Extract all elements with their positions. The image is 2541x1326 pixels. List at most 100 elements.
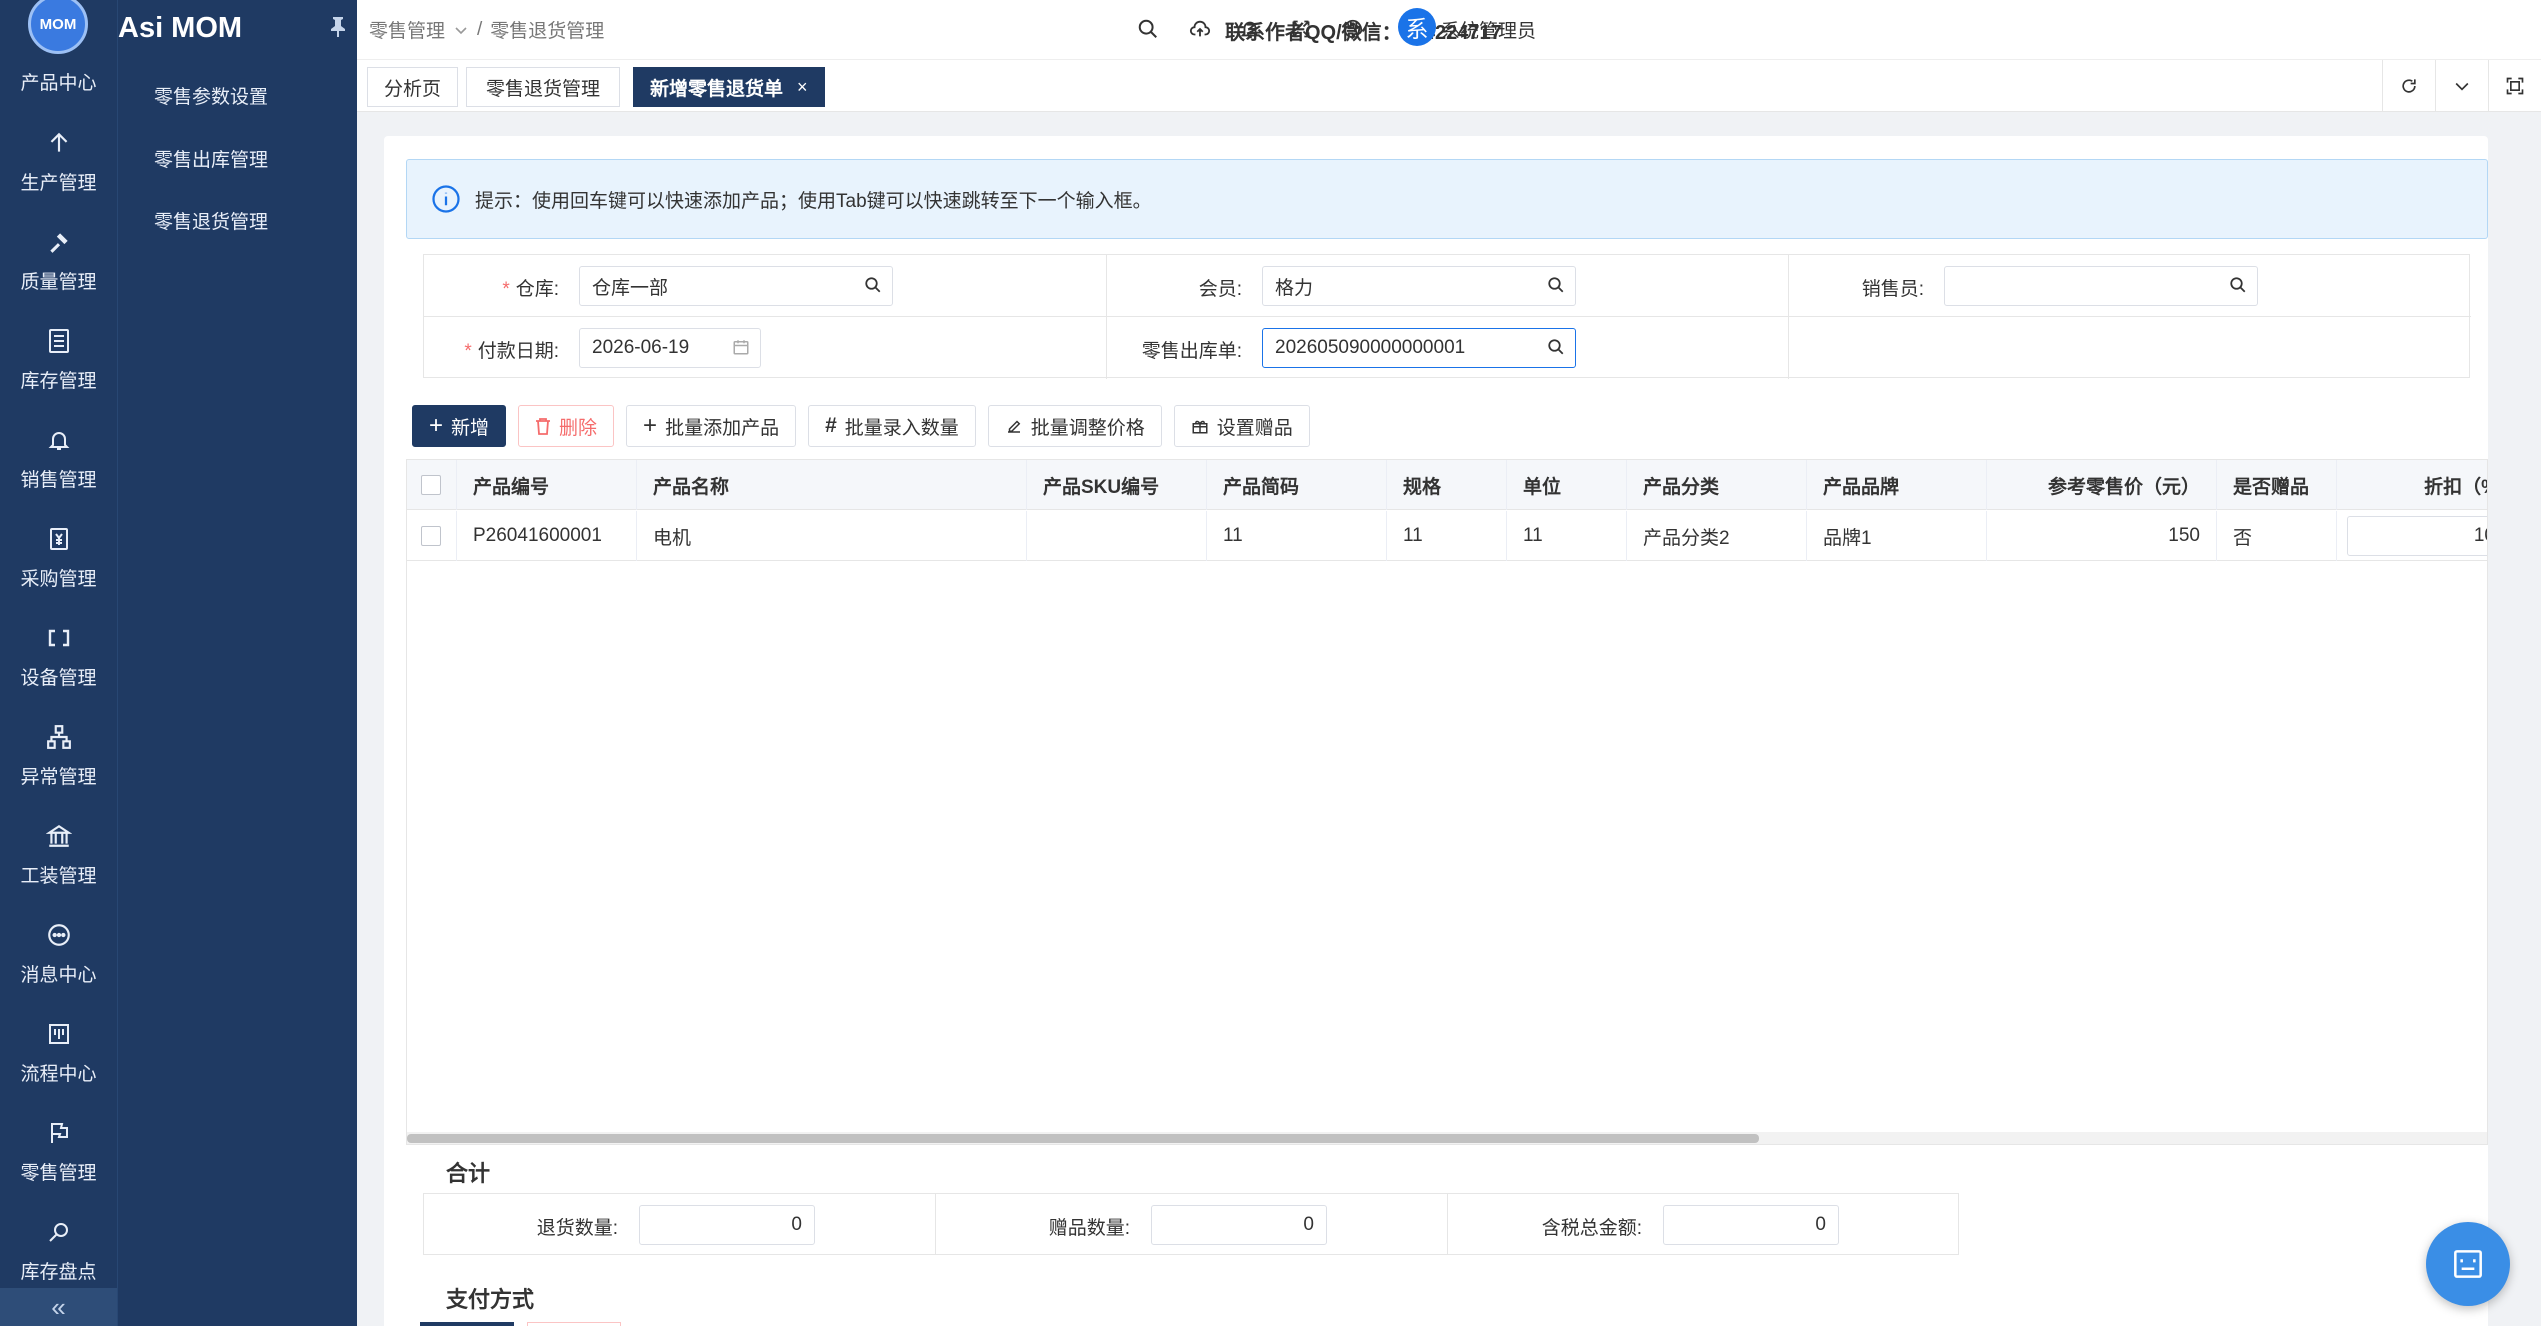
return-qty-input[interactable]: 0	[639, 1205, 815, 1245]
rail-item-device[interactable]: 设备管理	[0, 623, 117, 721]
rail-item-purchase[interactable]: 采购管理	[0, 524, 117, 622]
col-product-short-code[interactable]: 产品简码	[1207, 460, 1387, 510]
warehouse-select[interactable]: 仓库一部	[579, 266, 893, 306]
tab-label: 新增零售退货单	[650, 78, 784, 100]
rail-label: 库存管理	[20, 371, 97, 392]
col-unit[interactable]: 单位	[1507, 460, 1627, 510]
member-label: 会员:	[1198, 279, 1242, 300]
table-row[interactable]: P26041600001 电机 11 11 11 产品分类2 品牌1 150 否…	[407, 511, 2487, 561]
top-bar: 零售管理 / 零售退货管理 联系作者QQ/微信：514224717 系 系统管理…	[357, 0, 2541, 60]
col-is-gift[interactable]: 是否赠品	[2217, 460, 2337, 510]
rail-label: 生产管理	[20, 173, 97, 194]
pay-date-label-text: 付款日期:	[477, 341, 559, 362]
set-gift-button[interactable]: 设置赠品	[1173, 405, 1310, 447]
batch-adjust-price-button[interactable]: 批量调整价格	[987, 405, 1162, 447]
search-icon[interactable]	[2229, 276, 2247, 294]
col-retail-price[interactable]: 参考零售价（元）	[1987, 460, 2217, 510]
rail-label: 异常管理	[20, 767, 97, 788]
tab-retail-returns[interactable]: 零售退货管理	[466, 67, 621, 107]
cell-product-sku	[1027, 511, 1207, 561]
return-qty-label: 退货数量:	[536, 1218, 618, 1239]
form-cell-warehouse: * 仓库: 仓库一部	[424, 255, 1107, 317]
tab-analysis[interactable]: 分析页	[367, 67, 459, 107]
form-cell-pay-date: * 付款日期: 2026-06-19	[424, 317, 1107, 379]
tab-label: 分析页	[384, 78, 442, 100]
warehouse-label: * 仓库:	[424, 274, 559, 301]
tab-new-return-order[interactable]: 新增零售退货单 ×	[633, 67, 825, 107]
select-all-checkbox[interactable]	[421, 475, 441, 495]
cell-discount: 10	[2337, 511, 2487, 561]
batch-enter-quantity-button[interactable]: # 批量录入数量	[808, 405, 976, 447]
theme-palette-icon[interactable]	[1338, 14, 1368, 44]
col-product-name[interactable]: 产品名称	[637, 460, 1027, 510]
close-tab-icon[interactable]: ×	[797, 77, 808, 98]
rail-item-quality[interactable]: 质量管理	[0, 227, 117, 325]
maximize-icon[interactable]	[2488, 60, 2541, 112]
cloud-upload-icon[interactable]	[1185, 14, 1215, 44]
breadcrumb-item-returns: 零售退货管理	[490, 21, 605, 42]
search-icon[interactable]	[1547, 338, 1565, 356]
add-label: 新增	[451, 417, 490, 439]
subnav-item-retail-outbound[interactable]: 零售出库管理	[154, 145, 268, 172]
delete-button[interactable]: 删除	[518, 405, 615, 447]
scrollbar-thumb[interactable]	[407, 1134, 1759, 1143]
pin-icon[interactable]	[329, 16, 347, 38]
rail-item-retail[interactable]: 零售管理	[0, 1118, 117, 1216]
breadcrumb-item-retail[interactable]: 零售管理	[369, 16, 445, 43]
cell-spec: 11	[1387, 511, 1507, 561]
gift-qty-input[interactable]: 0	[1151, 1205, 1327, 1245]
batch-add-products-button[interactable]: + 批量添加产品	[626, 405, 797, 447]
rail-item-sales[interactable]: 销售管理	[0, 425, 117, 523]
member-select[interactable]: 格力	[1262, 266, 1576, 306]
search-icon[interactable]	[864, 276, 882, 294]
payment-delete-button-edge[interactable]	[527, 1322, 621, 1326]
warehouse-label-text: 仓库:	[515, 279, 559, 300]
total-amount-input[interactable]: 0	[1663, 1205, 1839, 1245]
plus-icon: +	[429, 412, 444, 439]
product-table: 产品编号 产品名称 产品SKU编号 产品简码 规格 单位 产品分类 产品品牌 参…	[406, 459, 2488, 1145]
avatar[interactable]: 系	[1398, 8, 1436, 46]
col-spec[interactable]: 规格	[1387, 460, 1507, 510]
outbound-order-select[interactable]: 202605090000000001	[1262, 328, 1576, 368]
cell-unit: 11	[1507, 511, 1627, 561]
row-checkbox[interactable]	[421, 526, 441, 546]
rail-item-workflow[interactable]: 流程中心	[0, 1019, 117, 1117]
payment-title: 支付方式	[446, 1287, 535, 1312]
gift-label: 设置赠品	[1216, 417, 1293, 439]
app-logo[interactable]: MOM	[28, 0, 88, 54]
batch-price-label: 批量调整价格	[1030, 417, 1145, 439]
search-icon[interactable]	[1133, 14, 1163, 44]
rail-item-production[interactable]: 生产管理	[0, 128, 117, 226]
payment-add-button-edge[interactable]	[420, 1322, 514, 1326]
horizontal-scrollbar[interactable]	[407, 1132, 2487, 1144]
subnav-item-retail-returns[interactable]: 零售退货管理	[154, 207, 268, 234]
rail-item-exception[interactable]: 异常管理	[0, 722, 117, 820]
pay-date-picker[interactable]: 2026-06-19	[579, 328, 761, 368]
collapse-sidebar-button[interactable]: «	[0, 1288, 117, 1326]
add-button[interactable]: + 新增	[412, 405, 507, 447]
col-category[interactable]: 产品分类	[1627, 460, 1807, 510]
member-value: 格力	[1275, 277, 1314, 299]
discount-input[interactable]: 10	[2347, 516, 2487, 556]
col-brand[interactable]: 产品品牌	[1807, 460, 1987, 510]
rail-item-inventory[interactable]: 库存管理	[0, 326, 117, 424]
chevron-down-icon[interactable]	[2435, 60, 2488, 112]
refresh-icon[interactable]	[2382, 60, 2435, 112]
search-icon[interactable]	[1547, 276, 1565, 294]
col-product-code[interactable]: 产品编号	[457, 460, 637, 510]
summary-title: 合计	[446, 1161, 491, 1186]
pay-date-value: 2026-06-19	[592, 337, 690, 358]
rail-item-messages[interactable]: 消息中心	[0, 920, 117, 1018]
fullscreen-icon[interactable]	[1286, 14, 1316, 44]
assistant-fab[interactable]	[2426, 1222, 2510, 1306]
col-product-sku[interactable]: 产品SKU编号	[1027, 460, 1207, 510]
subnav-item-retail-params[interactable]: 零售参数设置	[154, 82, 268, 109]
robot-icon	[2449, 1245, 2487, 1283]
calendar-icon[interactable]	[732, 338, 750, 356]
salesperson-select[interactable]	[1944, 266, 2258, 306]
rail-item-tooling[interactable]: 工装管理	[0, 821, 117, 919]
user-name[interactable]: 系统管理员	[1441, 16, 1536, 43]
col-discount[interactable]: 折扣（%	[2337, 460, 2487, 510]
notification-bell-icon[interactable]	[1235, 14, 1265, 44]
app-title-wrap: Asi MOM	[118, 10, 358, 46]
